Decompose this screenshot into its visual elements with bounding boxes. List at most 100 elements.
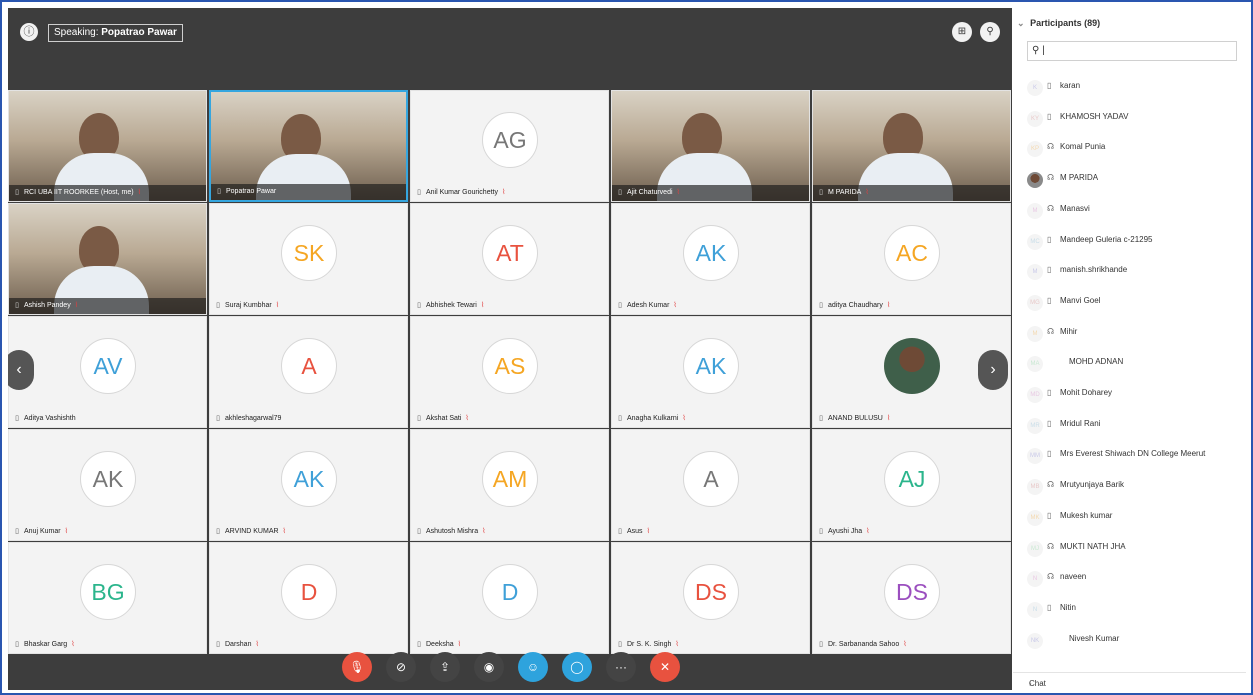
participants-header[interactable]: ⌄ Participants (89) xyxy=(1017,18,1100,29)
participant-tile[interactable]: AK ▯ Adesh Kumar ⌇ xyxy=(611,203,810,315)
participant-name-bar: ▯ Deeksha ⌇ xyxy=(411,637,608,653)
video-button[interactable]: ⊘ xyxy=(386,652,416,682)
muted-mic-icon: ⌇ xyxy=(673,302,677,309)
participant-tile[interactable]: A ▯ akhleshagarwal79 xyxy=(209,316,408,428)
muted-mic-icon: ⌇ xyxy=(282,528,286,535)
participant-tile[interactable]: AC ▯ aditya Chaudhary ⌇ xyxy=(812,203,1011,315)
avatar-initials: AV xyxy=(80,338,136,394)
participant-name-bar: ▯ RCI UBA IIT ROORKEE (Host, me) ⌇ xyxy=(9,185,206,201)
muted-mic-icon: ⌇ xyxy=(886,415,891,422)
participant-row[interactable]: MJ ☊ MUKTI NATH JHA xyxy=(1013,533,1246,563)
participant-tile[interactable]: ▯ Ajit Chaturvedi ⌇ xyxy=(611,90,810,202)
device-icon: ▯ xyxy=(15,302,19,309)
participant-name: Anil Kumar Gourichetty xyxy=(426,189,498,196)
participant-search-input[interactable]: ⚲ | xyxy=(1027,41,1237,61)
top-bar: ⓘ Speaking: Popatrao Pawar ⊞ ⚲ xyxy=(8,8,1012,90)
participant-tile[interactable]: AK ▯ Anagha Kulkarni ⌇ xyxy=(611,316,810,428)
device-icon: ☊ xyxy=(1047,142,1055,152)
participant-tile[interactable]: AT ▯ Abhishek Tewari ⌇ xyxy=(410,203,609,315)
participant-row[interactable]: K ▯ karan xyxy=(1013,72,1246,102)
info-icon[interactable]: ⓘ xyxy=(20,23,38,41)
muted-mic-icon: ⌇ xyxy=(866,528,870,535)
participant-tile[interactable]: AG ▯ Anil Kumar Gourichetty ⌇ xyxy=(410,90,609,202)
chat-button[interactable]: ◯ xyxy=(562,652,592,682)
muted-mic-icon: ⌇ xyxy=(501,189,506,196)
close-icon: ✕ xyxy=(659,660,671,674)
participant-tile[interactable]: ▯ RCI UBA IIT ROORKEE (Host, me) ⌇ xyxy=(8,90,207,202)
participant-tile[interactable]: AM ▯ Ashutosh Mishra ⌇ xyxy=(410,429,609,541)
more-button[interactable]: ··· xyxy=(606,652,636,682)
participant-tile[interactable]: AK ▯ ARVIND KUMAR ⌇ xyxy=(209,429,408,541)
avatar-initials: BG xyxy=(80,564,136,620)
pin-icon[interactable]: ⚲ xyxy=(980,22,1000,42)
avatar-initials: AG xyxy=(482,112,538,168)
participant-row[interactable]: N ▯ Nitin xyxy=(1013,594,1246,624)
participant-row[interactable]: KP ☊ Komal Punia xyxy=(1013,133,1246,163)
avatar-initials: AM xyxy=(482,451,538,507)
participant-row[interactable]: MK ▯ Mukesh kumar xyxy=(1013,502,1246,532)
participant-tile[interactable]: DS ▯ Dr. Sarbananda Sahoo ⌇ xyxy=(812,542,1011,654)
participant-row[interactable]: MD ▯ Mohit Doharey xyxy=(1013,379,1246,409)
participant-row[interactable]: KY ▯ KHAMOSH YADAV xyxy=(1013,103,1246,133)
participants-button[interactable]: ☺ xyxy=(518,652,548,682)
participant-row[interactable]: MM ▯ Mrs Everest Shiwach DN College Meerut xyxy=(1013,440,1246,470)
participant-row[interactable]: ☊ M PARIDA xyxy=(1013,164,1246,194)
participant-row[interactable]: MA MOHD ADNAN xyxy=(1013,348,1246,378)
device-icon: ▯ xyxy=(417,415,421,422)
participant-row[interactable]: MC ▯ Mandeep Guleria c-21295 xyxy=(1013,226,1246,256)
muted-mic-icon: ⌇ xyxy=(675,641,679,648)
participant-tile[interactable]: D ▯ Deeksha ⌇ xyxy=(410,542,609,654)
participant-row[interactable]: M ☊ Mihir xyxy=(1013,318,1246,348)
muted-mic-icon: ⌇ xyxy=(903,641,907,648)
participant-tile[interactable]: ▯ M PARIDA ⌇ xyxy=(812,90,1011,202)
device-icon: ▯ xyxy=(216,641,220,648)
leave-button[interactable]: ✕ xyxy=(650,652,680,682)
participant-tile[interactable]: BG ▯ Bhaskar Garg ⌇ xyxy=(8,542,207,654)
device-icon: ▯ xyxy=(819,528,823,535)
device-icon: ▯ xyxy=(15,189,19,196)
device-icon: ▯ xyxy=(819,641,823,648)
device-icon: ☊ xyxy=(1047,572,1055,582)
participant-tile[interactable]: AK ▯ Anuj Kumar ⌇ xyxy=(8,429,207,541)
participant-avatar: M xyxy=(1027,264,1043,281)
chat-section[interactable]: › Chat xyxy=(1013,672,1246,690)
muted-mic-icon: ⌇ xyxy=(646,528,650,535)
mute-button[interactable]: 🎙 xyxy=(342,652,372,682)
participant-tile[interactable]: AV ▯ Aditya Vashishth xyxy=(8,316,207,428)
participant-row[interactable]: M ▯ manish.shrikhande xyxy=(1013,256,1246,286)
avatar-initials: A xyxy=(281,338,337,394)
participant-name-bar: ▯ Anil Kumar Gourichetty ⌇ xyxy=(411,185,608,201)
participant-row[interactable]: N ☊ naveen xyxy=(1013,563,1246,593)
participant-row[interactable]: M ☊ Manasvi xyxy=(1013,195,1246,225)
participant-row[interactable]: MB ☊ Mrutyunjaya Barik xyxy=(1013,471,1246,501)
record-button[interactable]: ◉ xyxy=(474,652,504,682)
avatar-initials: SK xyxy=(281,225,337,281)
participant-row[interactable]: MR ▯ Mridul Rani xyxy=(1013,410,1246,440)
participant-list-name: Mrutyunjaya Barik xyxy=(1060,480,1125,490)
share-button[interactable]: ⇪ xyxy=(430,652,460,682)
participant-tile[interactable]: D ▯ Darshan ⌇ xyxy=(209,542,408,654)
participant-tile[interactable]: ▯ Popatrao Pawar xyxy=(209,90,408,202)
device-icon: ▯ xyxy=(1047,234,1052,244)
participant-list-name: MUKTI NATH JHA xyxy=(1060,541,1126,551)
participant-tile[interactable]: AJ ▯ Ayushi Jha ⌇ xyxy=(812,429,1011,541)
participant-name: Darshan xyxy=(225,641,252,648)
participant-name-bar: ▯ Ashutosh Mishra ⌇ xyxy=(411,524,608,540)
participant-tile[interactable]: A ▯ Asus ⌇ xyxy=(611,429,810,541)
participant-tile[interactable]: ▯ Ashish Pandey ⌇ xyxy=(8,203,207,315)
participant-row[interactable]: MG ▯ Manvi Goel xyxy=(1013,287,1246,317)
participant-avatar: MC xyxy=(1027,233,1043,250)
participant-tile[interactable]: DS ▯ Dr S. K. Singh ⌇ xyxy=(611,542,810,654)
prev-page-button[interactable]: ‹ xyxy=(8,350,34,390)
participant-name-bar: ▯ Adesh Kumar ⌇ xyxy=(612,298,809,314)
participant-name: Dr. Sarbananda Sahoo xyxy=(828,641,900,648)
participant-avatar: MB xyxy=(1027,479,1043,496)
participant-tile[interactable]: SK ▯ Suraj Kumbhar ⌇ xyxy=(209,203,408,315)
participant-name-bar: ▯ Abhishek Tewari ⌇ xyxy=(411,298,608,314)
grid-layout-icon[interactable]: ⊞ xyxy=(952,22,972,42)
participant-tile[interactable]: AS ▯ Akshat Sati ⌇ xyxy=(410,316,609,428)
participant-row[interactable]: NK Nivesh Kumar xyxy=(1013,625,1246,655)
muted-mic-icon: ⌇ xyxy=(64,528,68,535)
participant-avatar: K xyxy=(1027,80,1043,96)
next-page-button[interactable]: › xyxy=(978,350,1008,390)
